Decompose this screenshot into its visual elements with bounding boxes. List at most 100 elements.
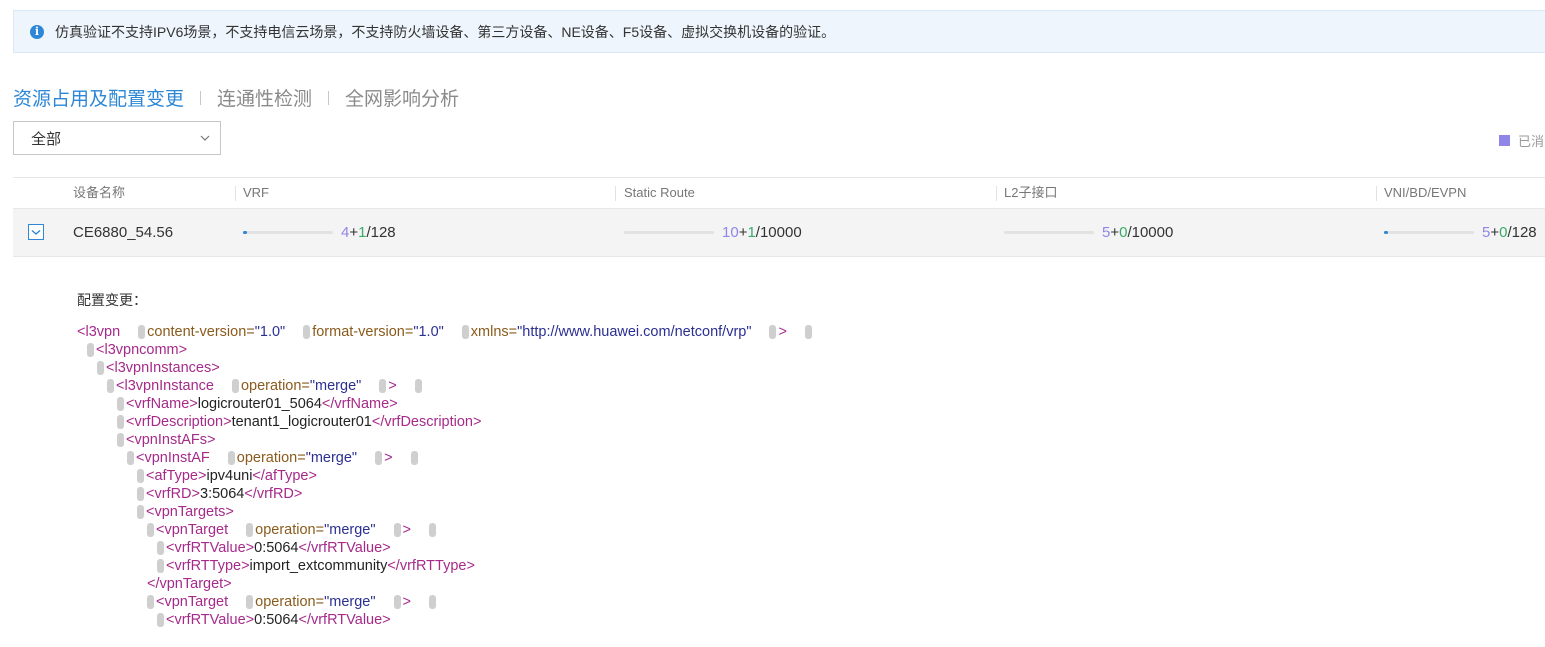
drag-handle-icon bbox=[117, 433, 124, 447]
xml-txt: tenant1_logicrouter01 bbox=[231, 414, 372, 430]
xml-attr: format-version= bbox=[312, 324, 414, 340]
table-header: 设备名称 VRF Static Route L2子接口 VNI/BD/EVPN bbox=[13, 177, 1545, 209]
config-xml-line: <vrfDescription> tenant1_logicrouter01 </v… bbox=[77, 413, 814, 431]
xml-tag: <vpnTarget bbox=[156, 522, 229, 538]
xml-aval: "merge" bbox=[324, 522, 376, 538]
config-xml-line: <l3vpnInstance operation= "merge" > bbox=[77, 377, 814, 395]
usage-bar-fill bbox=[243, 231, 247, 234]
tab-resource-config[interactable]: 资源占用及配置变更 bbox=[13, 84, 184, 111]
xml-tag: <vrfRTValue> bbox=[166, 612, 255, 628]
drag-handle-icon bbox=[428, 595, 436, 609]
xml-tag: <afType> bbox=[146, 468, 207, 484]
xml-tag: <vrfRTType> bbox=[166, 558, 250, 574]
drag-handle-icon bbox=[107, 379, 114, 393]
drag-handle-icon bbox=[157, 559, 164, 573]
config-xml-line: <vrfRTValue> 0:5064 </vrfRTValue> bbox=[77, 539, 814, 557]
config-xml-line: <vrfRTType> import_extcommunity </vrfRTTyp… bbox=[77, 557, 814, 575]
config-xml-line: </vpnTarget> bbox=[77, 575, 814, 593]
drag-handle-icon bbox=[379, 379, 387, 393]
config-xml-line: <vrfRD> 3:5064 </vrfRD> bbox=[77, 485, 814, 503]
drag-handle-icon bbox=[97, 361, 104, 375]
xml-tag: <l3vpnInstances> bbox=[106, 360, 220, 376]
drag-handle-icon bbox=[157, 613, 164, 627]
table-row[interactable]: CE6880_54.56 4+1/128 10+1/10000 5+0/1000… bbox=[13, 209, 1545, 257]
column-header-static-route: Static Route bbox=[624, 185, 695, 200]
info-icon: i bbox=[30, 24, 44, 39]
drag-handle-icon bbox=[227, 451, 235, 465]
notice-text: 仿真验证不支持IPV6场景，不支持电信云场景，不支持防火墙设备、第三方设备、NE… bbox=[55, 23, 836, 40]
config-xml-line: <l3vpnInstances> bbox=[77, 359, 814, 377]
xml-attr: operation= bbox=[240, 378, 310, 394]
drag-handle-icon bbox=[157, 541, 164, 555]
column-divider bbox=[996, 186, 997, 201]
xml-aval: "1.0" bbox=[413, 324, 444, 340]
xml-tag: <vrfName> bbox=[126, 396, 198, 412]
legend: 已消 bbox=[1499, 131, 1544, 150]
usage-value: 5+0/128 bbox=[1482, 224, 1537, 241]
tab-separator bbox=[328, 90, 330, 105]
xml-txt: 0:5064 bbox=[254, 540, 299, 556]
config-xml-line: <vpnTargets> bbox=[77, 503, 814, 521]
xml-attr: content-version= bbox=[147, 324, 255, 340]
config-xml: <l3vpn content-version= "1.0" format-versio… bbox=[77, 323, 814, 629]
xml-tag: </vrfDescription> bbox=[371, 414, 482, 430]
notice-banner: i 仿真验证不支持IPV6场景，不支持电信云场景，不支持防火墙设备、第三方设备、… bbox=[13, 10, 1545, 53]
tab-bar: 资源占用及配置变更 连通性检测 全网影响分析 bbox=[13, 84, 459, 111]
tab-connectivity[interactable]: 连通性检测 bbox=[217, 84, 312, 111]
tab-network-impact[interactable]: 全网影响分析 bbox=[345, 84, 459, 111]
xml-aval: "http://www.huawei.com/netconf/vrp" bbox=[517, 324, 752, 340]
resource-l2-subinterface: 5+0/10000 bbox=[1004, 209, 1173, 256]
xml-tag: <l3vpn bbox=[77, 324, 121, 340]
config-xml-line: <vpnInstAF operation= "merge" > bbox=[77, 449, 814, 467]
xml-aval: "merge" bbox=[309, 378, 362, 394]
xml-tag: </vpnTarget> bbox=[147, 576, 232, 592]
drag-handle-icon bbox=[414, 379, 422, 393]
column-header-device: 设备名称 bbox=[73, 185, 126, 200]
usage-bar bbox=[624, 231, 714, 234]
drag-handle-icon bbox=[393, 595, 401, 609]
xml-tag: <vrfDescription> bbox=[126, 414, 232, 430]
column-divider bbox=[235, 186, 236, 201]
drag-handle-icon bbox=[769, 325, 777, 339]
xml-txt: import_extcommunity bbox=[249, 558, 388, 574]
xml-tag: <vrfRD> bbox=[146, 486, 200, 502]
xml-tag: </vrfRTValue> bbox=[298, 540, 391, 556]
usage-bar bbox=[1004, 231, 1094, 234]
resource-vni-bd-evpn: 5+0/128 bbox=[1384, 209, 1537, 256]
drag-handle-icon bbox=[428, 523, 436, 537]
usage-bar bbox=[243, 231, 333, 234]
config-xml-line: <vrfName> logicrouter01_5064 </vrfName> bbox=[77, 395, 814, 413]
drag-handle-icon bbox=[393, 523, 401, 537]
chevron-down-icon bbox=[200, 132, 210, 144]
config-xml-line: <vrfRTValue> 0:5064 </vrfRTValue> bbox=[77, 611, 814, 629]
row-checkbox[interactable] bbox=[28, 224, 44, 240]
drag-handle-icon bbox=[137, 469, 144, 483]
device-name: CE6880_54.56 bbox=[73, 224, 174, 241]
drag-handle-icon bbox=[137, 505, 144, 519]
drag-handle-icon bbox=[303, 325, 311, 339]
resource-vrf: 4+1/128 bbox=[243, 209, 396, 256]
drag-handle-icon bbox=[137, 487, 144, 501]
legend-swatch bbox=[1499, 135, 1510, 146]
xml-tag: <vpnTarget bbox=[156, 594, 229, 610]
xml-tag: <vpnInstAFs> bbox=[126, 432, 216, 448]
drag-handle-icon bbox=[231, 379, 239, 393]
column-header-vrf: VRF bbox=[243, 185, 269, 200]
filter-select[interactable]: 全部 bbox=[13, 121, 221, 155]
usage-value: 10+1/10000 bbox=[722, 224, 802, 241]
drag-handle-icon bbox=[410, 451, 418, 465]
tab-separator bbox=[200, 90, 202, 105]
column-header-vni-bd-evpn: VNI/BD/EVPN bbox=[1384, 185, 1467, 200]
xml-tag: <l3vpncomm> bbox=[96, 342, 188, 358]
xml-attr: xmlns= bbox=[470, 324, 518, 340]
drag-handle-icon bbox=[117, 397, 124, 411]
drag-handle-icon bbox=[375, 451, 383, 465]
legend-label: 已消 bbox=[1518, 134, 1545, 149]
drag-handle-icon bbox=[246, 595, 254, 609]
config-xml-line: <l3vpncomm> bbox=[77, 341, 814, 359]
config-change-label: 配置变更： bbox=[77, 292, 147, 308]
xml-txt: ipv4uni bbox=[206, 468, 253, 484]
filter-select-value: 全部 bbox=[31, 130, 62, 148]
xml-tag: > bbox=[402, 594, 411, 610]
config-xml-line: <l3vpn content-version= "1.0" format-versio… bbox=[77, 323, 814, 341]
